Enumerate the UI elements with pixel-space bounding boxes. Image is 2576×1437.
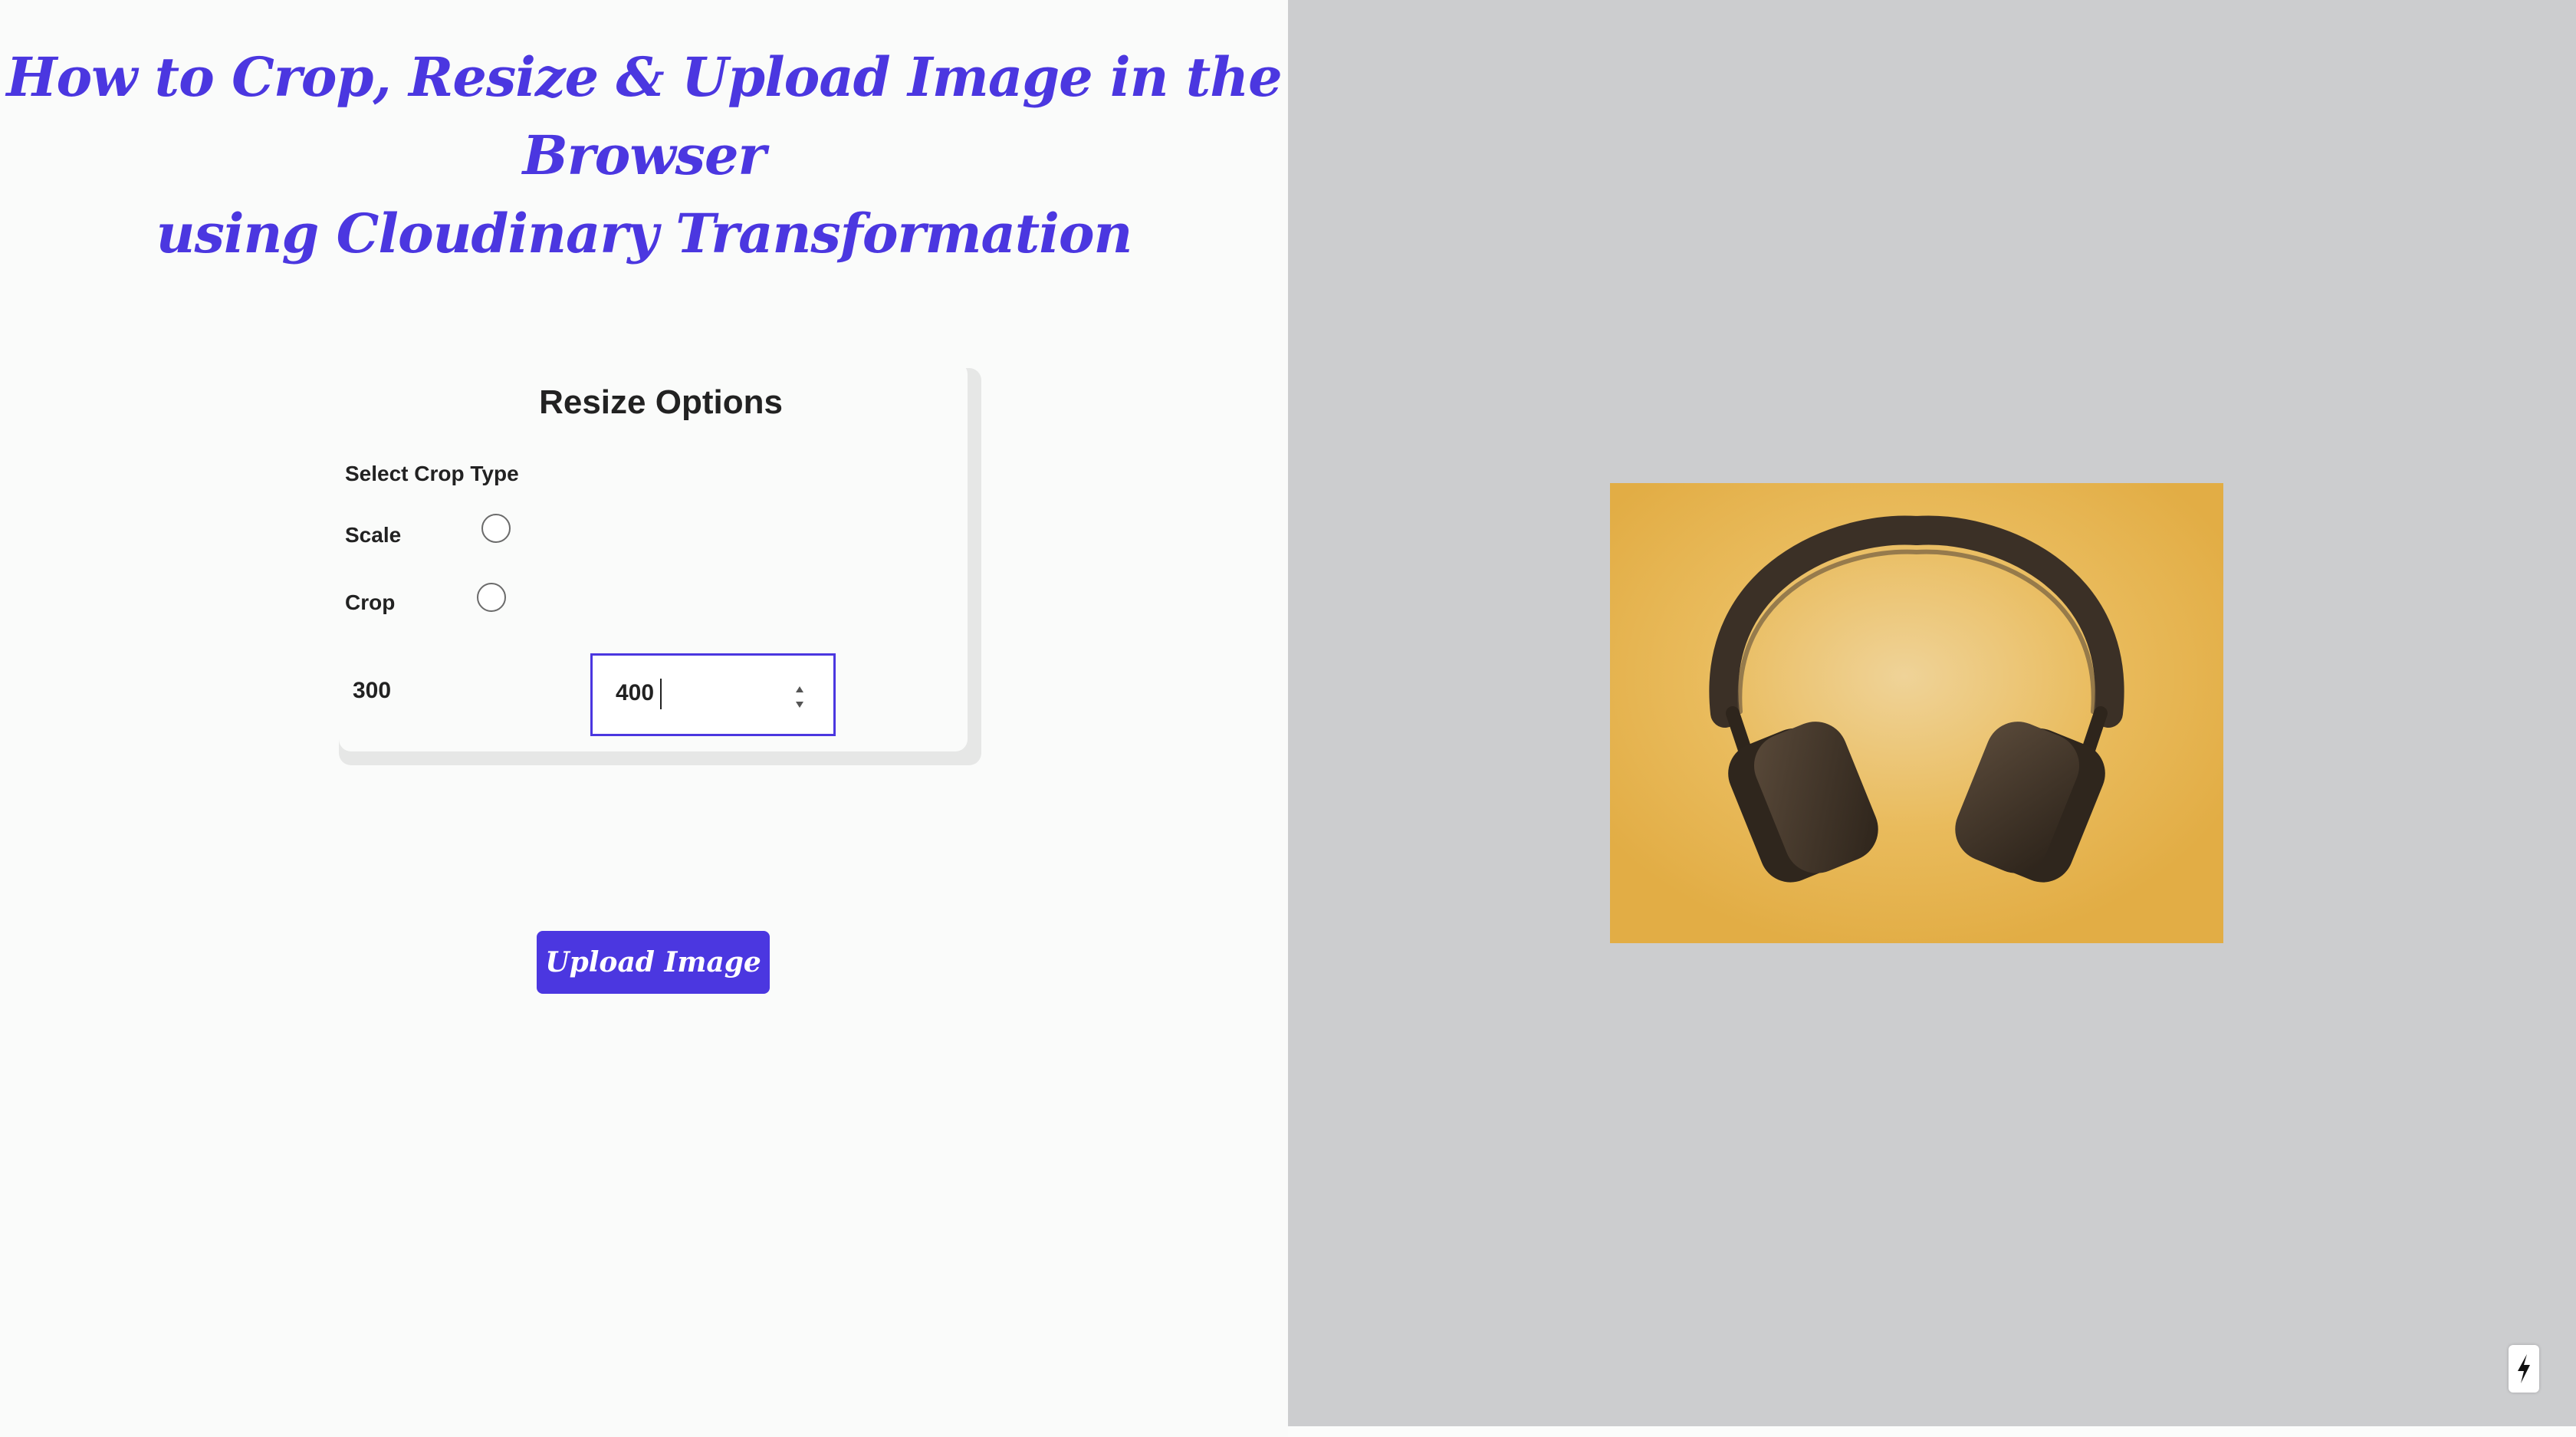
headphones-photo bbox=[1610, 483, 2223, 943]
height-number-input[interactable]: 400 bbox=[590, 653, 836, 736]
left-panel: How to Crop, Resize & Upload Image in th… bbox=[0, 0, 1288, 1437]
dev-indicator-button[interactable] bbox=[2509, 1345, 2539, 1393]
page-title: How to Crop, Resize & Upload Image in th… bbox=[0, 38, 1288, 273]
scale-label: Scale bbox=[345, 523, 402, 547]
text-caret bbox=[660, 679, 662, 709]
crop-type-label: Select Crop Type bbox=[345, 462, 519, 485]
width-value: 300 bbox=[353, 678, 392, 703]
title-line-2: using Cloudinary Transformation bbox=[156, 202, 1133, 265]
resize-options-heading: Resize Options bbox=[539, 383, 783, 421]
resize-options-card: Resize Options Select Crop Type Scale Cr… bbox=[339, 362, 968, 751]
crop-radio[interactable] bbox=[477, 583, 506, 612]
title-line-1: How to Crop, Resize & Upload Image in th… bbox=[6, 45, 1282, 187]
scale-radio[interactable] bbox=[481, 514, 511, 543]
crop-label: Crop bbox=[345, 590, 396, 614]
spinner-arrows-icon[interactable] bbox=[792, 682, 807, 712]
height-input-value: 400 bbox=[616, 680, 655, 705]
lightning-icon bbox=[2518, 1354, 2530, 1383]
upload-image-button[interactable]: Upload Image bbox=[537, 931, 770, 994]
